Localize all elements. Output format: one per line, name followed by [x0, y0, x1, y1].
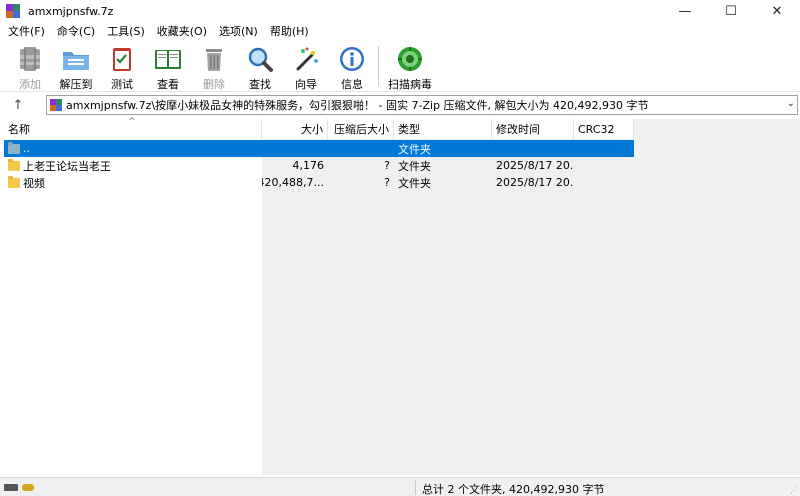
row-type: 文件夹: [398, 159, 431, 173]
row-packed: ?: [384, 159, 390, 172]
find-magnifier-icon: [245, 44, 275, 73]
column-modified[interactable]: 修改时间: [492, 119, 574, 139]
column-size[interactable]: 大小: [262, 119, 328, 139]
menu-favorites[interactable]: 收藏夹(O): [151, 23, 213, 39]
add-label: 添加: [19, 78, 41, 91]
row-packed: ?: [384, 176, 390, 189]
delete-label: 删除: [203, 78, 225, 91]
row-type: 文件夹: [398, 142, 431, 156]
status-bar: 总计 2 个文件夹, 420,492,930 字节 ⋰: [0, 477, 800, 496]
row-modified: 2025/8/17 20...: [496, 176, 574, 189]
resize-grip-icon[interactable]: ⋰: [790, 486, 798, 495]
delete-trash-icon: [199, 44, 229, 73]
row-crc: [574, 140, 634, 157]
row-crc: [574, 157, 634, 174]
virus-scan-button[interactable]: 扫描病毒: [385, 40, 435, 92]
test-button[interactable]: 测试: [100, 40, 144, 92]
row-modified: 2025/8/17 20...: [496, 159, 574, 172]
up-arrow-icon[interactable]: ↑: [0, 94, 36, 116]
row-size: 4,176: [292, 159, 325, 172]
menu-bar: 文件(F) 命令(C) 工具(S) 收藏夹(O) 选项(N) 帮助(H): [0, 22, 800, 40]
info-icon: [337, 44, 367, 73]
extract-to-label: 解压到: [59, 78, 93, 91]
column-packed-label: 压缩后大小: [334, 123, 389, 136]
extract-folder-icon: [61, 44, 91, 73]
toolbar-separator: [378, 46, 379, 86]
row-name: 上老王论坛当老王: [23, 159, 111, 173]
folder-up-icon: [8, 141, 20, 154]
delete-button[interactable]: 删除: [192, 40, 236, 92]
row-size: [262, 140, 328, 157]
column-packed-size[interactable]: 压缩后大小: [328, 119, 394, 139]
file-list: 名称 ^ 大小 压缩后大小 类型 修改时间 CRC32 .. 文件夹 上老王论坛…: [4, 117, 800, 475]
column-name-label: 名称: [8, 123, 30, 136]
archive-icon: [50, 99, 62, 111]
add-button[interactable]: 添加: [8, 40, 52, 92]
address-row: ↑ amxmjpnsfw.7z\按摩小妹极品女神的特殊服务，勾引狠狠啪！ - 固…: [0, 93, 800, 117]
column-type[interactable]: 类型: [394, 119, 492, 139]
wizard-button[interactable]: 向导: [284, 40, 328, 92]
chevron-down-icon[interactable]: ⌄: [787, 98, 795, 109]
row-name: 视频: [23, 176, 45, 190]
test-label: 测试: [111, 78, 133, 91]
column-type-label: 类型: [398, 123, 420, 136]
close-button[interactable]: ✕: [754, 0, 800, 22]
info-button[interactable]: 信息: [330, 40, 374, 92]
key-icon[interactable]: [22, 483, 34, 491]
virus-scan-icon: [395, 44, 425, 73]
test-checklist-icon: [107, 44, 137, 73]
winrar-app-icon[interactable]: [6, 4, 20, 18]
folder-icon: [8, 175, 20, 188]
find-label: 查找: [249, 78, 271, 91]
row-type: 文件夹: [398, 176, 431, 190]
row-modified: [492, 140, 574, 157]
column-crc-label: CRC32: [578, 122, 615, 136]
info-label: 信息: [341, 78, 363, 91]
wizard-label: 向导: [295, 78, 317, 91]
column-crc32[interactable]: CRC32: [574, 119, 634, 139]
find-button[interactable]: 查找: [238, 40, 282, 92]
view-button[interactable]: 查看: [146, 40, 190, 92]
title-bar: amxmjpnsfw.7z — ☐ ✕: [0, 0, 800, 22]
toolbar: 添加 解压到 测试 查看 删除 查找 向导 信息 扫描病毒: [0, 40, 800, 92]
minimize-button[interactable]: —: [662, 0, 708, 22]
status-text: 总计 2 个文件夹, 420,492,930 字节: [422, 483, 605, 496]
address-bar[interactable]: amxmjpnsfw.7z\按摩小妹极品女神的特殊服务，勾引狠狠啪！ - 固实 …: [46, 95, 798, 115]
view-book-icon: [153, 44, 183, 73]
wizard-wand-icon: [291, 44, 321, 73]
row-name-cell: 视频: [4, 174, 262, 191]
sort-ascending-icon: ^: [128, 117, 136, 127]
window-title: amxmjpnsfw.7z: [28, 4, 114, 18]
view-label: 查看: [157, 78, 179, 91]
extract-to-button[interactable]: 解压到: [54, 40, 98, 92]
row-packed: [328, 140, 394, 157]
column-size-label: 大小: [301, 123, 323, 136]
drive-icon[interactable]: [4, 483, 18, 491]
list-header: 名称 ^ 大小 压缩后大小 类型 修改时间 CRC32: [4, 117, 634, 139]
virus-scan-label: 扫描病毒: [388, 78, 432, 91]
row-name-cell: ..: [4, 140, 262, 157]
row-crc: [574, 174, 634, 191]
table-row[interactable]: 视频 420,488,7... ? 文件夹 2025/8/17 20...: [4, 174, 634, 191]
menu-options[interactable]: 选项(N): [213, 23, 264, 39]
status-divider: [415, 480, 416, 495]
column-name[interactable]: 名称 ^: [4, 117, 262, 139]
folder-icon: [8, 158, 20, 171]
add-archive-icon: [15, 44, 45, 73]
row-name-cell: 上老王论坛当老王: [4, 157, 262, 174]
menu-help[interactable]: 帮助(H): [264, 23, 315, 39]
address-text: amxmjpnsfw.7z\按摩小妹极品女神的特殊服务，勾引狠狠啪！ - 固实 …: [66, 99, 649, 112]
row-size: 420,488,7...: [262, 176, 324, 189]
column-modified-label: 修改时间: [496, 123, 540, 136]
table-row[interactable]: 上老王论坛当老王 4,176 ? 文件夹 2025/8/17 20...: [4, 157, 634, 174]
menu-file[interactable]: 文件(F): [2, 23, 51, 39]
menu-command[interactable]: 命令(C): [51, 23, 101, 39]
menu-tools[interactable]: 工具(S): [101, 23, 151, 39]
table-row-parent[interactable]: .. 文件夹: [4, 140, 634, 157]
row-name: ..: [23, 142, 30, 155]
maximize-button[interactable]: ☐: [708, 0, 754, 22]
